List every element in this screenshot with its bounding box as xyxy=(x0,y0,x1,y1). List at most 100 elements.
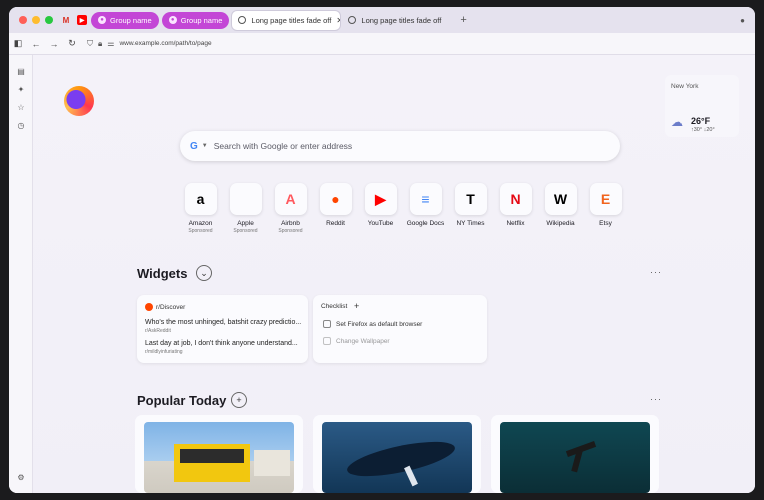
discover-source: r/Discover xyxy=(156,303,186,311)
site-label: Airbnb xyxy=(281,220,300,227)
discover-item-title[interactable]: Who's the most unhinged, batshit crazy p… xyxy=(145,319,301,326)
site-label: Etsy xyxy=(599,220,612,227)
ai-sparkle-icon[interactable]: ✦ xyxy=(15,83,27,95)
discover-widget: r/Discover Who's the most unhinged, bats… xyxy=(137,295,308,363)
tab-group-label: Group name xyxy=(110,15,152,25)
lock-icon[interactable]: 🔒︎ xyxy=(98,39,102,49)
close-tab-icon[interactable]: ✕ xyxy=(336,16,340,25)
globe-icon xyxy=(238,16,247,24)
top-sites: a Amazon Sponsored Apple Sponsored A Airbnb Spo… xyxy=(178,183,628,234)
tab-active[interactable]: Long page titles fade off ✕ xyxy=(232,10,341,30)
top-site-tile[interactable]: N Netflix xyxy=(493,183,538,234)
popular-add-button[interactable]: + xyxy=(231,392,247,408)
site-logo-icon[interactable]: T xyxy=(454,183,487,215)
sidebar-toggle-icon[interactable]: ◧ xyxy=(9,35,27,53)
clock-icon[interactable]: ◷ xyxy=(15,119,27,131)
popular-heading: Popular Today xyxy=(137,393,227,408)
back-icon[interactable]: ← xyxy=(27,35,45,53)
tab-group-label: Group name xyxy=(180,15,223,25)
discover-item-sub: r/mildlyinfuriating xyxy=(145,349,183,355)
site-logo-icon[interactable]: E xyxy=(589,183,622,215)
checklist-item[interactable]: Set Firefox as default browser xyxy=(323,320,422,328)
add-checklist-item-button[interactable]: + xyxy=(354,301,359,311)
shield-icon[interactable]: ⛉ xyxy=(87,39,93,49)
site-logo-icon[interactable]: ▶ xyxy=(364,183,397,215)
bookmark-star-icon[interactable]: ☆ xyxy=(15,101,27,113)
sponsored-label: Sponsored xyxy=(233,228,258,234)
close-window-button[interactable] xyxy=(19,16,27,24)
reload-icon[interactable]: ↻ xyxy=(63,35,81,53)
search-placeholder: Search with Google or enter address xyxy=(213,141,353,151)
google-icon[interactable]: G xyxy=(190,141,198,152)
gmail-icon[interactable]: M xyxy=(61,15,71,25)
top-site-tile[interactable]: ▶ YouTube xyxy=(358,183,403,234)
site-logo-icon[interactable]: a xyxy=(184,183,217,215)
top-site-tile[interactable]: Apple Sponsored xyxy=(223,183,268,234)
checklist-item[interactable]: Change Wallpaper xyxy=(323,337,390,345)
site-logo-icon[interactable]: ≡ xyxy=(409,183,442,215)
sponsored-label: Sponsored xyxy=(188,228,213,234)
discover-item-title[interactable]: Last day at job, I don't think anyone un… xyxy=(145,340,298,347)
top-site-tile[interactable]: T NY Times xyxy=(448,183,493,234)
navigation-toolbar: ◧ ← → ↻ ⛉ 🔒︎ ⚌ www.example.com/path/to/p… xyxy=(9,33,755,55)
checkbox[interactable] xyxy=(323,320,331,328)
address-bar[interactable]: ⛉ 🔒︎ ⚌ www.example.com/path/to/page xyxy=(87,39,212,49)
window-controls xyxy=(19,16,53,24)
checkbox[interactable] xyxy=(323,337,331,345)
permissions-icon[interactable]: ⚌ xyxy=(107,39,114,48)
tab-group-1[interactable]: ● Group name xyxy=(91,11,159,29)
weather-widget[interactable]: New York ☁ 26°F ↑30° ↓20° xyxy=(665,75,739,137)
top-site-tile[interactable]: ≡ Google Docs xyxy=(403,183,448,234)
story-image xyxy=(144,422,294,493)
widgets-menu-button[interactable]: ··· xyxy=(650,267,662,277)
site-logo-icon[interactable]: W xyxy=(544,183,577,215)
site-logo-icon[interactable] xyxy=(229,183,262,215)
top-site-tile[interactable]: a Amazon Sponsored xyxy=(178,183,223,234)
top-site-tile[interactable]: E Etsy xyxy=(583,183,628,234)
group-icon: ● xyxy=(98,16,106,24)
tab-overflow-controls: ● xyxy=(740,16,745,25)
tab-title: Long page titles fade off xyxy=(251,15,332,25)
story-card[interactable] xyxy=(313,415,481,493)
site-logo-icon[interactable]: A xyxy=(274,183,307,215)
site-label: Amazon xyxy=(188,220,213,227)
history-panel-icon[interactable]: ▤ xyxy=(15,65,27,77)
site-label: Netflix xyxy=(506,220,525,227)
tab-inactive[interactable]: Long page titles fade off xyxy=(342,11,450,30)
new-tab-button[interactable]: + xyxy=(460,14,466,26)
tab-strip: M ▶ ● Group name ● Group name Long page … xyxy=(9,7,755,33)
account-icon[interactable]: ● xyxy=(740,16,745,25)
forward-icon[interactable]: → xyxy=(45,35,63,53)
weather-temp: 26°F xyxy=(691,116,711,126)
maximize-window-button[interactable] xyxy=(45,16,53,24)
story-image xyxy=(322,422,472,493)
checklist-title: Checklist xyxy=(321,303,348,310)
tab-title: Long page titles fade off xyxy=(361,15,442,25)
new-tab-page: New York ☁ 26°F ↑30° ↓20° G ▼ Search wit… xyxy=(33,55,755,493)
widgets-heading: Widgets xyxy=(137,266,188,281)
group-icon: ● xyxy=(168,16,177,24)
tab-group-2[interactable]: ● Group name xyxy=(161,11,230,29)
url-text[interactable]: www.example.com/path/to/page xyxy=(119,40,211,47)
site-logo-icon[interactable]: ● xyxy=(319,183,352,215)
site-label: Google Docs xyxy=(406,220,445,227)
chevron-down-icon[interactable]: ▼ xyxy=(202,143,208,149)
popular-menu-button[interactable]: ··· xyxy=(650,394,662,404)
top-site-tile[interactable]: W Wikipedia xyxy=(538,183,583,234)
site-label: NY Times xyxy=(456,220,485,227)
top-site-tile[interactable]: A Airbnb Sponsored xyxy=(268,183,313,234)
minimize-window-button[interactable] xyxy=(32,16,40,24)
story-card[interactable] xyxy=(491,415,659,493)
discover-item-sub: r/AskReddit xyxy=(145,328,171,334)
weather-city: New York xyxy=(671,83,699,90)
site-logo-icon[interactable]: N xyxy=(499,183,532,215)
firefox-logo xyxy=(64,86,94,116)
cloud-icon: ☁ xyxy=(671,115,683,129)
story-card[interactable] xyxy=(135,415,303,493)
search-input[interactable]: G ▼ Search with Google or enter address xyxy=(180,131,620,161)
youtube-icon[interactable]: ▶ xyxy=(77,15,87,25)
widgets-collapse-button[interactable]: ⌄ xyxy=(196,265,212,281)
settings-gear-icon[interactable]: ⚙ xyxy=(15,471,27,483)
browser-window: M ▶ ● Group name ● Group name Long page … xyxy=(9,7,755,493)
top-site-tile[interactable]: ● Reddit xyxy=(313,183,358,234)
